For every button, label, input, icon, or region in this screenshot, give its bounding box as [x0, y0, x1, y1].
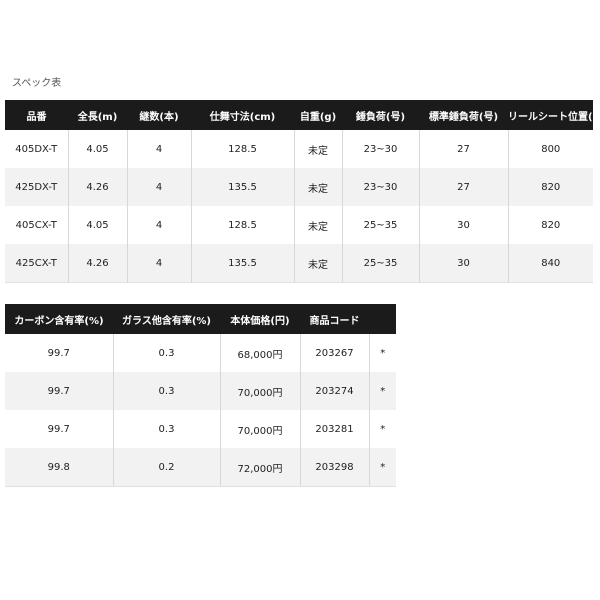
table-cell: 4.05	[67, 206, 127, 244]
table-cell: 405DX-T	[5, 130, 68, 168]
table-cell: 23~30	[341, 130, 419, 168]
price-table: カーボン含有率(%) ガラス他含有率(%) 本体価格(円) 商品コード 99.7…	[5, 304, 396, 487]
table-header-row: 品番 全長(m) 継数(本) 仕舞寸法(cm) 自重(g) 錘負荷(号) 標準錘…	[5, 100, 593, 130]
header-cell-carbon-content: カーボン含有率(%)	[5, 304, 113, 334]
spec-table: 品番 全長(m) 継数(本) 仕舞寸法(cm) 自重(g) 錘負荷(号) 標準錘…	[5, 100, 593, 283]
note-mark: *	[368, 372, 396, 410]
note-mark: *	[368, 334, 396, 372]
table-cell: 70,000円	[219, 410, 300, 448]
table-cell: 未定	[293, 168, 342, 206]
table-cell: 27	[418, 130, 508, 168]
table-cell: 203274	[299, 372, 369, 410]
table-cell: 0.3	[112, 372, 220, 410]
table-cell: 4.26	[67, 168, 127, 206]
table-cell: 0.3	[112, 334, 220, 372]
table-cell: 未定	[293, 244, 342, 283]
page-title: スペック表	[12, 78, 62, 89]
table-cell: 425CX-T	[5, 244, 68, 283]
table-cell: 68,000円	[219, 334, 300, 372]
table-cell: 405CX-T	[5, 206, 68, 244]
header-cell-note	[369, 304, 396, 334]
table-cell: 203267	[299, 334, 369, 372]
header-cell-closed-length: 仕舞寸法(cm)	[191, 100, 294, 130]
table-cell: 135.5	[190, 168, 294, 206]
table-cell: 4	[126, 206, 191, 244]
table-cell: 135.5	[190, 244, 294, 283]
table-row: 99.7 0.3 70,000円 203281 *	[5, 410, 396, 448]
table-row: 405CX-T 4.05 4 128.5 未定 25~35 30 820	[5, 206, 593, 244]
table-cell: 203281	[299, 410, 369, 448]
header-cell-sinker-load: 錘負荷(号)	[342, 100, 419, 130]
header-cell-standard-sinker-load: 標準錘負荷(号)	[419, 100, 508, 130]
table-row: 99.8 0.2 72,000円 203298 *	[5, 448, 396, 487]
table-cell: 未定	[293, 206, 342, 244]
table-cell: 未定	[293, 130, 342, 168]
table-cell: 99.7	[5, 334, 113, 372]
header-cell-weight: 自重(g)	[294, 100, 342, 130]
table-cell: 800	[507, 130, 593, 168]
table-cell: 99.7	[5, 410, 113, 448]
table-row: 99.7 0.3 68,000円 203267 *	[5, 334, 396, 372]
table-cell: 27	[418, 168, 508, 206]
table-cell: 425DX-T	[5, 168, 68, 206]
table-row: 99.7 0.3 70,000円 203274 *	[5, 372, 396, 410]
note-mark: *	[368, 448, 396, 487]
table-cell: 4	[126, 130, 191, 168]
table-cell: 0.2	[112, 448, 220, 487]
table-cell: 25~35	[341, 206, 419, 244]
table-cell: 4.05	[67, 130, 127, 168]
table-cell: 4	[126, 168, 191, 206]
table-cell: 99.7	[5, 372, 113, 410]
header-cell-length: 全長(m)	[68, 100, 127, 130]
table-cell: 820	[507, 168, 593, 206]
table-cell: 0.3	[112, 410, 220, 448]
table-header-row: カーボン含有率(%) ガラス他含有率(%) 本体価格(円) 商品コード	[5, 304, 396, 334]
table-cell: 128.5	[190, 130, 294, 168]
table-row: 405DX-T 4.05 4 128.5 未定 23~30 27 800	[5, 130, 593, 168]
table-cell: 4	[126, 244, 191, 283]
table-cell: 128.5	[190, 206, 294, 244]
table-cell: 72,000円	[219, 448, 300, 487]
table-cell: 840	[507, 244, 593, 283]
header-cell-product-code: 商品コード	[300, 304, 369, 334]
header-cell-price: 本体価格(円)	[220, 304, 300, 334]
table-cell: 820	[507, 206, 593, 244]
table-cell: 30	[418, 244, 508, 283]
table-cell: 203298	[299, 448, 369, 487]
header-cell-sections: 継数(本)	[127, 100, 191, 130]
header-cell-part-number: 品番	[5, 100, 68, 130]
table-row: 425CX-T 4.26 4 135.5 未定 25~35 30 840	[5, 244, 593, 283]
table-cell: 99.8	[5, 448, 113, 487]
table-cell: 23~30	[341, 168, 419, 206]
header-cell-glass-content: ガラス他含有率(%)	[113, 304, 220, 334]
table-cell: 70,000円	[219, 372, 300, 410]
table-row: 425DX-T 4.26 4 135.5 未定 23~30 27 820	[5, 168, 593, 206]
note-mark: *	[368, 410, 396, 448]
table-cell: 4.26	[67, 244, 127, 283]
header-cell-reel-seat-position: リールシート位置(mm)	[508, 100, 593, 130]
table-cell: 25~35	[341, 244, 419, 283]
table-cell: 30	[418, 206, 508, 244]
